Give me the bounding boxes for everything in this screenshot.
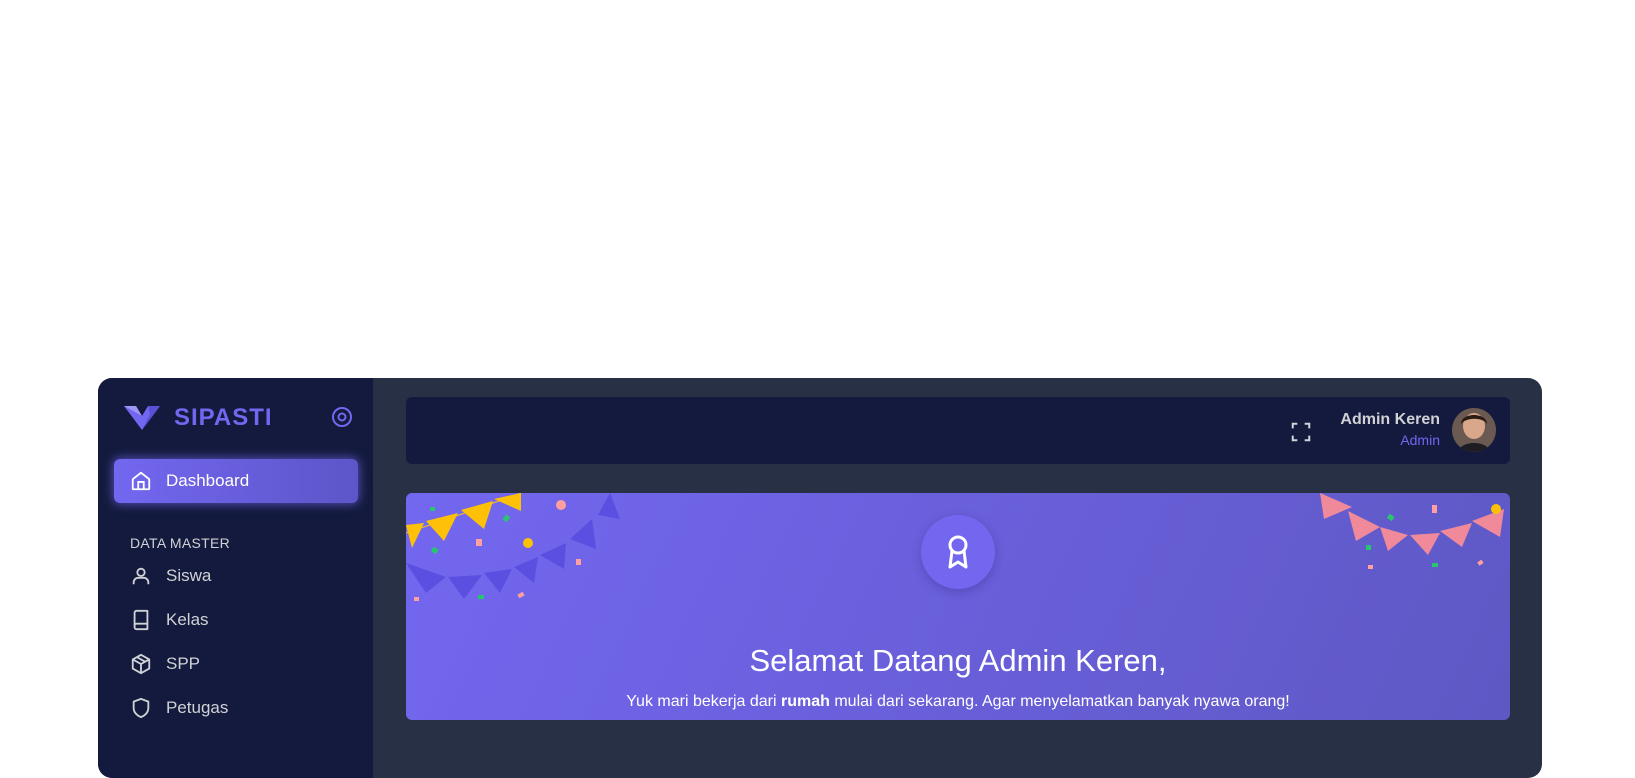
collapse-toggle-icon[interactable] [330,405,354,429]
logo-icon [124,406,160,430]
confetti-right-decoration [1320,493,1504,569]
welcome-text-start: Yuk mari bekerja dari [626,693,781,710]
confetti-left-decoration [406,493,620,601]
sidebar-item-siswa[interactable]: Siswa [114,556,358,596]
box-icon [131,653,151,675]
welcome-title: Selamat Datang Admin Keren, [749,642,1167,678]
award-icon [948,535,968,569]
book-icon [133,609,149,631]
main-content: Admin Keren Admin Selamat Datang Admin K… [373,378,1542,778]
brand[interactable]: SIPASTI [122,402,273,434]
sidebar-item-spp[interactable]: SPP [114,644,358,684]
welcome-text: Yuk mari bekerja dari rumah mulai dari s… [406,693,1510,711]
top-navbar: Admin Keren Admin [406,397,1510,464]
brand-name: SIPASTI [174,404,273,431]
sidebar-item-label: Kelas [166,610,209,629]
welcome-banner: Selamat Datang Admin Keren, Yuk mari bek… [406,493,1510,720]
fullscreen-icon[interactable] [1290,421,1312,443]
sidebar-item-petugas[interactable]: Petugas [114,688,358,728]
sidebar-section-title: DATA MASTER [130,535,231,551]
sidebar-item-kelas[interactable]: Kelas [114,600,358,640]
home-icon [131,471,151,491]
sidebar-item-dashboard[interactable]: Dashboard [114,459,358,503]
sidebar: SIPASTI Dashboard DATA MASTER Siswa Kela… [98,378,373,778]
app-window: SIPASTI Dashboard DATA MASTER Siswa Kela… [98,378,1542,778]
sidebar-item-label: Petugas [166,698,229,717]
welcome-text-emphasis: rumah [781,693,830,710]
award-badge [921,515,995,589]
sidebar-item-label: Dashboard [166,471,250,490]
user-role: Admin [1400,432,1440,448]
user-icon [132,567,150,585]
shield-icon [132,697,150,719]
avatar[interactable] [1452,408,1496,452]
sidebar-item-label: SPP [166,654,201,673]
sidebar-item-label: Siswa [166,566,212,585]
welcome-text-end: mulai dari sekarang. Agar menyelamatkan … [829,693,1290,710]
user-name[interactable]: Admin Keren [1340,411,1440,429]
